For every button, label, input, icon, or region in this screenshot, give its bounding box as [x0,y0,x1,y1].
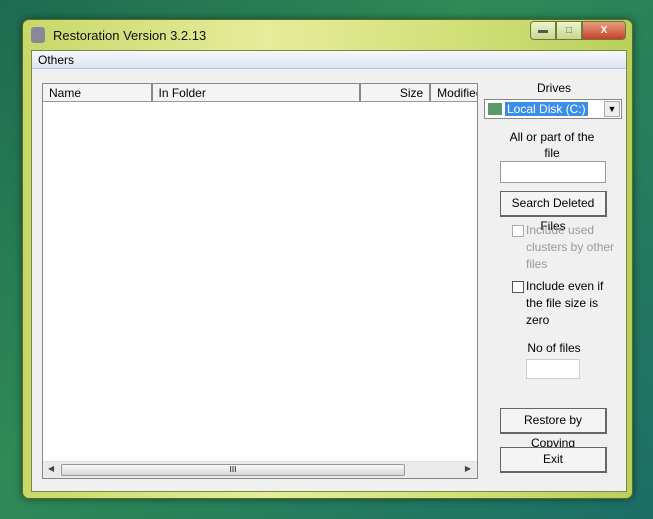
chevron-down-icon[interactable]: ▼ [604,101,620,117]
search-deleted-files-button[interactable]: Search Deleted Files [500,191,607,233]
horizontal-scrollbar[interactable]: ◀ III ▶ [43,461,477,478]
recycle-bin-icon [31,27,45,43]
file-list[interactable]: Name In Folder Size Modified ◀ III ▶ [42,83,478,479]
column-size[interactable]: Size [361,84,432,101]
list-header: Name In Folder Size Modified [43,84,477,102]
menu-others[interactable]: Others [38,53,74,67]
column-modified[interactable]: Modified [431,84,477,101]
column-in-folder[interactable]: In Folder [153,84,362,101]
include-used-clusters-checkbox[interactable] [512,225,524,237]
window-title: Restoration Version 3.2.13 [53,28,207,43]
exit-button[interactable]: Exit [500,447,607,473]
column-name[interactable]: Name [43,84,153,101]
include-used-clusters-label: Include used clusters by other files [526,223,615,271]
include-zero-size-label: Include even if the file size is zero [526,279,604,327]
drive-select[interactable]: Local Disk (C:) ▼ [484,99,622,119]
client-area: Others Name In Folder Size Modified ◀ II… [31,50,627,492]
no-of-files-field [526,359,580,379]
maximize-button[interactable]: □ [556,21,582,40]
scroll-left-icon[interactable]: ◀ [48,464,54,473]
minimize-button[interactable]: ▬ [530,21,556,40]
restore-by-copying-button[interactable]: Restore by Copying [500,408,607,450]
drive-icon [488,103,502,115]
file-name-input[interactable] [500,161,606,183]
scroll-right-icon[interactable]: ▶ [465,464,471,473]
drives-label: Drives [536,81,571,95]
drive-selected: Local Disk (C:) [505,102,588,116]
include-zero-size-checkbox[interactable] [512,281,524,293]
file-label: All or part of the file [509,130,595,160]
no-of-files-label: No of files [527,341,581,355]
menu-bar: Others [32,51,626,69]
close-button[interactable]: X [582,21,626,40]
scroll-thumb[interactable]: III [61,464,405,476]
app-window: Restoration Version 3.2.13 ▬ □ X Others … [22,19,633,499]
